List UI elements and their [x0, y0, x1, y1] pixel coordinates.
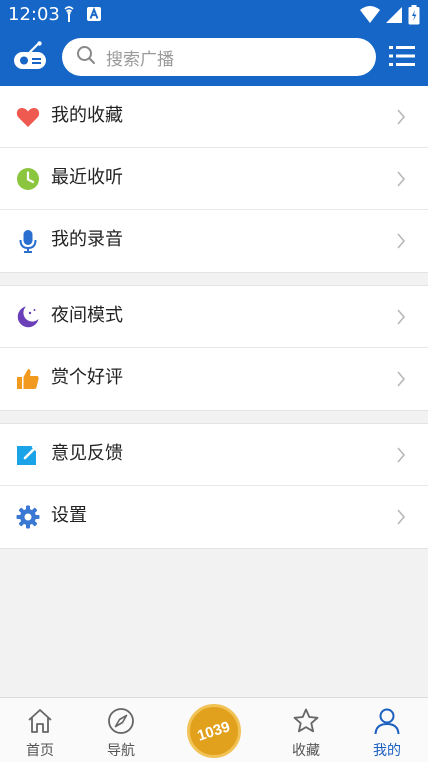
person-icon — [373, 707, 401, 735]
moon-icon — [16, 305, 40, 329]
chevron-right-icon — [396, 109, 406, 125]
menu-group-3: 意见反馈 设置 — [0, 423, 428, 549]
tab-favorites[interactable]: 收藏 — [271, 698, 341, 762]
radio-icon — [12, 41, 48, 75]
center-logo-button[interactable]: 1039 — [187, 704, 241, 758]
menu-item-settings[interactable]: 设置 — [0, 486, 428, 548]
notification-a-icon — [86, 6, 102, 26]
menu-item-label: 我的录音 — [51, 229, 123, 250]
menu-item-label: 意见反馈 — [51, 443, 123, 464]
clock-icon — [16, 167, 40, 191]
menu-item-favorites[interactable]: 我的收藏 — [0, 86, 428, 148]
search-icon — [76, 45, 96, 69]
center-logo-text: 1039 — [195, 717, 233, 745]
settings-list: 我的收藏 最近收听 我的录音 夜间模式 赏个好评 意见反馈 设置 — [0, 86, 428, 697]
home-icon — [26, 707, 54, 735]
radio-button[interactable] — [12, 40, 48, 76]
cell-signal-icon — [386, 6, 402, 28]
chevron-right-icon — [396, 509, 406, 525]
menu-group-2: 夜间模式 赏个好评 — [0, 285, 428, 411]
tab-label: 我的 — [373, 743, 401, 759]
status-time: 12:03 — [8, 4, 60, 25]
chevron-right-icon — [396, 371, 406, 387]
menu-item-label: 赏个好评 — [51, 367, 123, 388]
bottom-tab-bar: 首页 导航 1039 收藏 我的 — [0, 697, 428, 762]
chevron-right-icon — [396, 447, 406, 463]
thumbs-up-icon — [16, 367, 40, 391]
search-input[interactable]: 搜索广播 — [62, 38, 376, 76]
menu-item-label: 设置 — [51, 505, 87, 526]
tab-home[interactable]: 首页 — [5, 698, 75, 762]
list-menu-button[interactable] — [386, 42, 418, 74]
heart-icon — [16, 105, 40, 129]
tab-navigation[interactable]: 导航 — [86, 698, 156, 762]
tab-label: 收藏 — [292, 743, 320, 759]
menu-item-recent[interactable]: 最近收听 — [0, 148, 428, 210]
tab-mine[interactable]: 我的 — [352, 698, 422, 762]
menu-item-label: 夜间模式 — [51, 305, 123, 326]
menu-item-label: 我的收藏 — [51, 105, 123, 126]
wireless-signal-icon — [60, 5, 78, 27]
microphone-icon — [16, 229, 40, 253]
star-icon — [292, 707, 320, 735]
app-bar: 搜索广播 — [0, 30, 428, 86]
gear-icon — [16, 505, 40, 529]
chevron-right-icon — [396, 171, 406, 187]
menu-item-night-mode[interactable]: 夜间模式 — [0, 286, 428, 348]
battery-icon — [408, 5, 420, 29]
chevron-right-icon — [396, 309, 406, 325]
menu-item-recordings[interactable]: 我的录音 — [0, 210, 428, 272]
wifi-icon — [360, 6, 380, 28]
compass-icon — [107, 707, 135, 735]
tab-label: 首页 — [26, 743, 54, 759]
search-placeholder: 搜索广播 — [106, 49, 174, 70]
menu-item-feedback[interactable]: 意见反馈 — [0, 424, 428, 486]
menu-group-1: 我的收藏 最近收听 我的录音 — [0, 86, 428, 273]
feedback-edit-icon — [16, 443, 40, 467]
list-menu-icon — [389, 45, 415, 71]
tab-label: 导航 — [107, 743, 135, 759]
menu-item-rate-app[interactable]: 赏个好评 — [0, 348, 428, 410]
menu-item-label: 最近收听 — [51, 167, 123, 188]
chevron-right-icon — [396, 233, 406, 249]
status-bar: 12:03 — [0, 0, 428, 30]
